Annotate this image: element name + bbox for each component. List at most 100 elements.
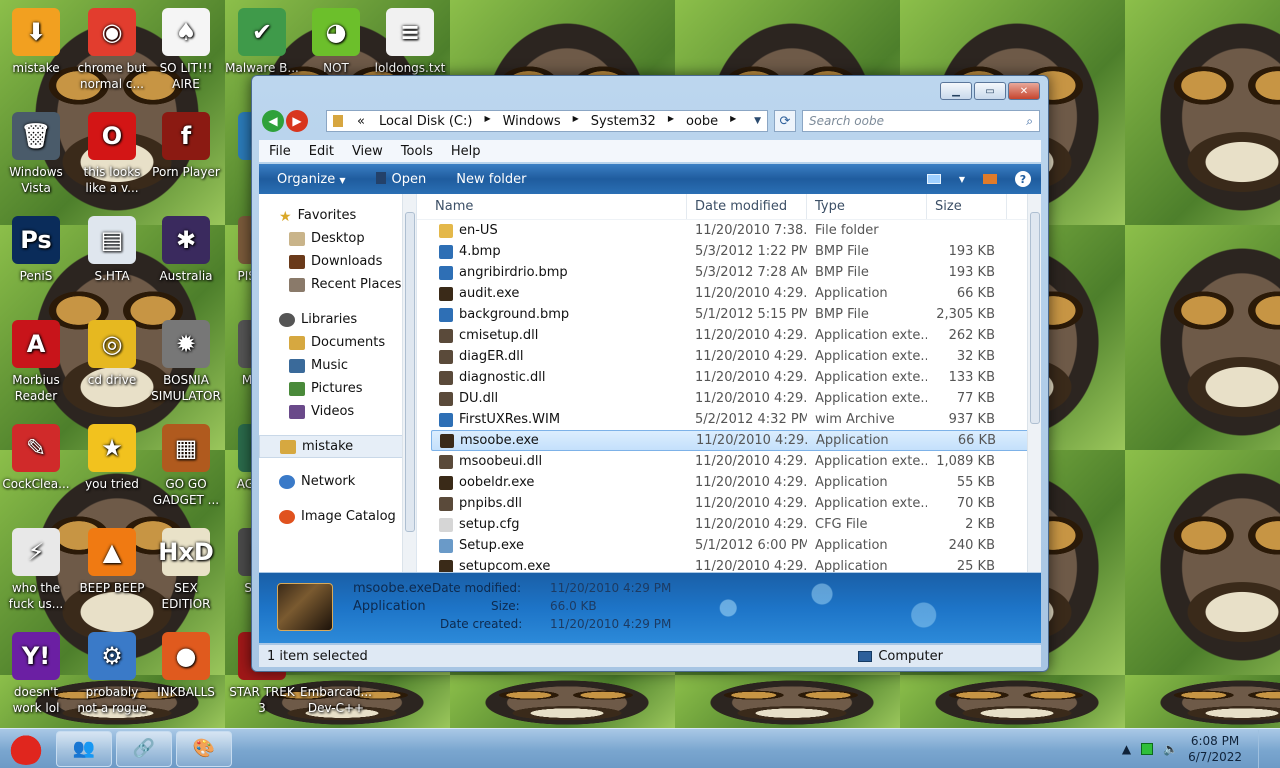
nav-scrollbar-thumb[interactable]: [405, 212, 415, 532]
desktop-icon[interactable]: ▦ GO GO GADGET ...: [149, 424, 223, 508]
open-button[interactable]: Open: [375, 171, 426, 187]
show-hidden-icons[interactable]: ▲: [1122, 742, 1131, 756]
file-row[interactable]: diagER.dll 11/20/2010 4:29... Application …: [431, 346, 1041, 367]
help-icon[interactable]: ?: [1015, 171, 1031, 187]
address-dropdown-icon[interactable]: ▼: [754, 116, 767, 126]
breadcrumb-item[interactable]: oobe: [686, 114, 718, 129]
desktop-icon[interactable]: ≡ loldongs.txt: [373, 8, 447, 76]
nav-item-videos[interactable]: Videos: [259, 400, 416, 423]
clock[interactable]: 6:08 PM 6/7/2022: [1188, 733, 1242, 765]
file-row[interactable]: audit.exe 11/20/2010 4:29... Application 66…: [431, 283, 1041, 304]
start-button[interactable]: [0, 729, 52, 768]
file-row[interactable]: msoobe.exe 11/20/2010 4:29... Application 6…: [431, 430, 1041, 451]
desktop-icon[interactable]: HxD SEX EDITIOR: [149, 528, 223, 612]
desktop-icon[interactable]: 🗑 Windows Vista: [0, 112, 73, 196]
desktop-icon[interactable]: ▤ S.HTA: [75, 216, 149, 284]
nav-item-documents[interactable]: Documents: [259, 331, 416, 354]
volume-icon[interactable]: 🔈: [1163, 742, 1178, 756]
desktop-icon[interactable]: ◕ NOT: [299, 8, 373, 76]
desktop-icon[interactable]: ★ you tried: [75, 424, 149, 492]
file-row[interactable]: Setup.exe 5/1/2012 6:00 PM Application 240 …: [431, 535, 1041, 556]
file-row[interactable]: DU.dll 11/20/2010 4:29... Application exte…: [431, 388, 1041, 409]
breadcrumb-item[interactable]: System32: [591, 114, 656, 129]
menu-view[interactable]: View: [352, 144, 383, 159]
desktop-icon[interactable]: ▲ BEEP BEEP: [75, 528, 149, 596]
column-size[interactable]: Size: [927, 194, 1007, 219]
desktop-icon[interactable]: ✹ BOSNIA SIMULATOR: [149, 320, 223, 404]
desktop-icon[interactable]: ⚙ probably not a rogue: [75, 632, 149, 716]
file-row[interactable]: 4.bmp 5/3/2012 1:22 PM BMP File 193 KB: [431, 241, 1041, 262]
breadcrumb-arrow-icon[interactable]: ▶: [730, 114, 736, 129]
menu-tools[interactable]: Tools: [401, 144, 433, 159]
file-row[interactable]: cmisetup.dll 11/20/2010 4:29... Applicatio…: [431, 325, 1041, 346]
new-folder-button[interactable]: New folder: [456, 172, 526, 187]
nav-item-desktop[interactable]: Desktop: [259, 227, 416, 250]
nav-item-pictures[interactable]: Pictures: [259, 377, 416, 400]
file-row[interactable]: diagnostic.dll 11/20/2010 4:29... Applicat…: [431, 367, 1041, 388]
organize-button[interactable]: Organize ▼: [277, 172, 346, 187]
desktop-icon[interactable]: ✔ Malware B...: [225, 8, 299, 76]
file-row[interactable]: en-US 11/20/2010 7:38... File folder: [431, 220, 1041, 241]
file-scrollbar[interactable]: [1027, 194, 1041, 572]
preview-pane-icon[interactable]: [983, 174, 997, 184]
address-chevron-icon[interactable]: «: [357, 114, 365, 129]
network-tray-icon[interactable]: [1141, 742, 1154, 755]
refresh-button[interactable]: ⟳: [774, 110, 796, 132]
back-button[interactable]: ◀: [262, 110, 284, 132]
desktop-icon[interactable]: ◉ chrome but normal c...: [75, 8, 149, 92]
nav-item-recent-places[interactable]: Recent Places: [259, 273, 416, 296]
breadcrumb-item[interactable]: Windows: [503, 114, 561, 129]
menu-edit[interactable]: Edit: [309, 144, 334, 159]
view-options-icon[interactable]: [926, 174, 941, 184]
file-row[interactable]: msoobeui.dll 11/20/2010 4:29... Applicatio…: [431, 451, 1041, 472]
file-scrollbar-thumb[interactable]: [1030, 212, 1040, 424]
desktop-icon[interactable]: ♠ SO LIT!!! AIRE: [149, 8, 223, 92]
breadcrumb-item[interactable]: Local Disk (C:): [379, 114, 472, 129]
nav-user-mistake[interactable]: mistake: [259, 435, 406, 458]
nav-favorites[interactable]: ★ Favorites: [259, 204, 416, 227]
nav-image-catalog[interactable]: Image Catalog: [259, 505, 416, 528]
taskbar-app-button[interactable]: 🔗: [116, 730, 172, 767]
maximize-button[interactable]: ▭: [974, 82, 1006, 100]
nav-scrollbar[interactable]: [402, 194, 416, 572]
file-row[interactable]: setup.cfg 11/20/2010 4:29... CFG File 2 KB: [431, 514, 1041, 535]
minimize-button[interactable]: ▁: [940, 82, 972, 100]
menu-file[interactable]: File: [269, 144, 291, 159]
desktop-icon[interactable]: ◎ cd drive: [75, 320, 149, 388]
desktop-icon[interactable]: Othis looks like a v...: [75, 112, 149, 196]
desktop-icon[interactable]: Ps PeniS: [0, 216, 73, 284]
breadcrumb-arrow-icon[interactable]: ▶: [484, 114, 490, 129]
close-button[interactable]: ✕: [1008, 82, 1040, 100]
breadcrumb-arrow-icon[interactable]: ▶: [668, 114, 674, 129]
file-row[interactable]: oobeldr.exe 11/20/2010 4:29... Application…: [431, 472, 1041, 493]
taskbar-app-button[interactable]: 👥: [56, 730, 112, 767]
menu-help[interactable]: Help: [451, 144, 481, 159]
column-date[interactable]: Date modified: [687, 194, 807, 219]
desktop-icon[interactable]: ✱ Australia: [149, 216, 223, 284]
nav-item-downloads[interactable]: Downloads: [259, 250, 416, 273]
forward-button[interactable]: ▶: [286, 110, 308, 132]
desktop-icon[interactable]: A Morbius Reader: [0, 320, 73, 404]
search-input[interactable]: Search oobe ⌕: [802, 110, 1040, 132]
column-type[interactable]: Type: [807, 194, 927, 219]
file-row[interactable]: pnpibs.dll 11/20/2010 4:29... Application …: [431, 493, 1041, 514]
nav-network[interactable]: Network: [259, 470, 416, 493]
breadcrumb-arrow-icon[interactable]: ▶: [573, 114, 579, 129]
show-desktop-button[interactable]: [1258, 729, 1270, 768]
taskbar-app-button[interactable]: 🎨: [176, 730, 232, 767]
desktop-icon[interactable]: ✎ CockClea...: [0, 424, 73, 492]
desktop-icon[interactable]: ⚡ who the fuck us...: [0, 528, 73, 612]
file-row[interactable]: setupcom.exe 11/20/2010 4:29... Applicatio…: [431, 556, 1041, 572]
desktop-icon[interactable]: Y! doesn't work lol: [0, 632, 73, 716]
nav-item-music[interactable]: Music: [259, 354, 416, 377]
column-name[interactable]: Name: [417, 194, 687, 219]
address-bar[interactable]: « Local Disk (C:) ▶ Windows ▶ System32 ▶ oobe ▶…: [326, 110, 768, 132]
file-row[interactable]: angribirdrio.bmp 5/3/2012 7:28 AM BMP File…: [431, 262, 1041, 283]
desktop-icon[interactable]: ⬇ mistake: [0, 8, 73, 76]
file-row[interactable]: FirstUXRes.WIM 5/2/2012 4:32 PM wim Archiv…: [431, 409, 1041, 430]
chevron-down-icon[interactable]: ▼: [959, 175, 965, 184]
file-row[interactable]: background.bmp 5/1/2012 5:15 PM BMP File 2,…: [431, 304, 1041, 325]
desktop-icon[interactable]: ● INKBALLS: [149, 632, 223, 700]
desktop-icon[interactable]: f Porn Player: [149, 112, 223, 180]
nav-libraries[interactable]: Libraries: [259, 308, 416, 331]
